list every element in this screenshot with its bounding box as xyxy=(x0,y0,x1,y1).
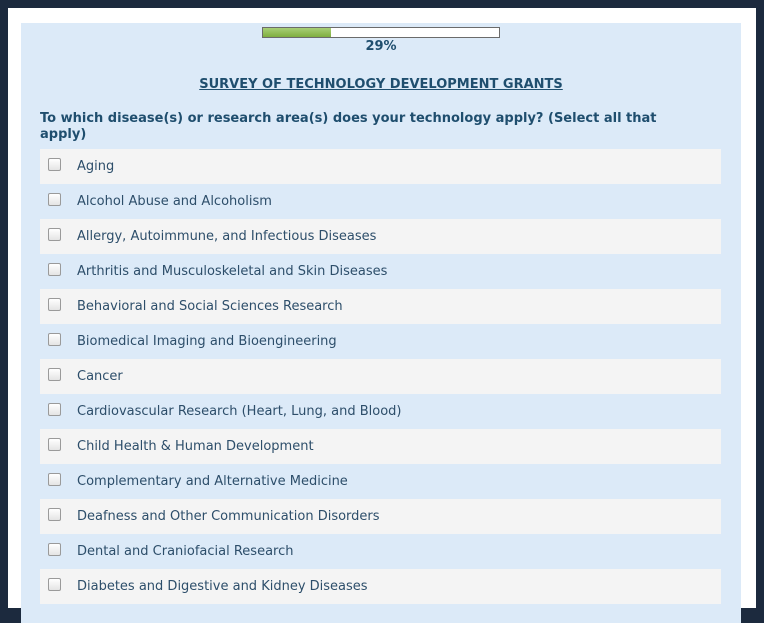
option-label: Alcohol Abuse and Alcoholism xyxy=(77,194,272,209)
page-container: 29% SURVEY OF TECHNOLOGY DEVELOPMENT GRA… xyxy=(8,8,756,623)
progress-percent: 29% xyxy=(365,39,397,54)
checkbox[interactable] xyxy=(48,543,61,556)
option-row[interactable]: Aging xyxy=(40,149,721,184)
option-row[interactable]: Behavioral and Social Sciences Research xyxy=(40,289,721,324)
option-label: Allergy, Autoimmune, and Infectious Dise… xyxy=(77,229,377,244)
option-label: Complementary and Alternative Medicine xyxy=(77,474,348,489)
checkbox[interactable] xyxy=(48,158,61,171)
progress-bar-fill xyxy=(263,28,332,37)
checkbox[interactable] xyxy=(48,578,61,591)
option-label: Diabetes and Digestive and Kidney Diseas… xyxy=(77,579,368,594)
option-label: Biomedical Imaging and Bioengineering xyxy=(77,334,337,349)
survey-panel: 29% SURVEY OF TECHNOLOGY DEVELOPMENT GRA… xyxy=(21,23,741,623)
option-row[interactable]: Complementary and Alternative Medicine xyxy=(40,464,721,499)
option-row[interactable]: Allergy, Autoimmune, and Infectious Dise… xyxy=(40,219,721,254)
option-row[interactable]: Arthritis and Musculoskeletal and Skin D… xyxy=(40,254,721,289)
checkbox[interactable] xyxy=(48,508,61,521)
option-label: Dental and Craniofacial Research xyxy=(77,544,294,559)
checkbox[interactable] xyxy=(48,403,61,416)
progress-bar xyxy=(262,27,500,38)
option-row[interactable]: Diabetes and Digestive and Kidney Diseas… xyxy=(40,569,721,604)
option-row[interactable]: Deafness and Other Communication Disorde… xyxy=(40,499,721,534)
survey-title: SURVEY OF TECHNOLOGY DEVELOPMENT GRANTS xyxy=(199,77,563,92)
option-row[interactable]: Alcohol Abuse and Alcoholism xyxy=(40,184,721,219)
checkbox[interactable] xyxy=(48,298,61,311)
checkbox[interactable] xyxy=(48,438,61,451)
option-label: Cardiovascular Research (Heart, Lung, an… xyxy=(77,404,402,419)
checkbox[interactable] xyxy=(48,193,61,206)
option-row[interactable]: Dental and Craniofacial Research xyxy=(40,534,721,569)
option-label: Cancer xyxy=(77,369,123,384)
option-row[interactable]: Child Health & Human Development xyxy=(40,429,721,464)
option-label: Arthritis and Musculoskeletal and Skin D… xyxy=(77,264,388,279)
option-row[interactable]: Cardiovascular Research (Heart, Lung, an… xyxy=(40,394,721,429)
checkbox[interactable] xyxy=(48,368,61,381)
option-row[interactable]: Cancer xyxy=(40,359,721,394)
question-text: To which disease(s) or research area(s) … xyxy=(40,111,657,142)
checkbox[interactable] xyxy=(48,333,61,346)
option-label: Behavioral and Social Sciences Research xyxy=(77,299,343,314)
option-label: Deafness and Other Communication Disorde… xyxy=(77,509,380,524)
checkbox[interactable] xyxy=(48,228,61,241)
checkbox[interactable] xyxy=(48,473,61,486)
option-label: Child Health & Human Development xyxy=(77,439,314,454)
option-label: Aging xyxy=(77,159,115,174)
options-list: Aging Alcohol Abuse and Alcoholism Aller… xyxy=(40,149,721,604)
checkbox[interactable] xyxy=(48,263,61,276)
option-row[interactable]: Biomedical Imaging and Bioengineering xyxy=(40,324,721,359)
